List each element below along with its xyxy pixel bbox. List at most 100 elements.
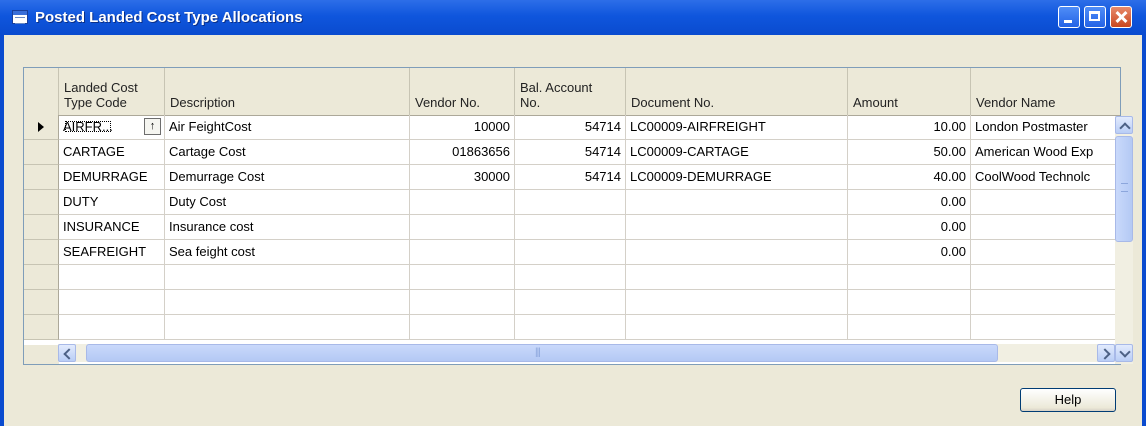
column-header-landed-cost-type-code[interactable]: Landed Cost Type Code bbox=[59, 68, 165, 115]
help-button[interactable]: Help bbox=[1020, 388, 1116, 412]
table-row[interactable] bbox=[24, 315, 1120, 340]
cell-bal-account-no[interactable] bbox=[515, 315, 626, 340]
cell-description[interactable] bbox=[165, 265, 410, 290]
table-row[interactable]: CARTAGE Cartage Cost 01863656 54714 LC00009-… bbox=[24, 140, 1120, 165]
table-row[interactable] bbox=[24, 265, 1120, 290]
cell-amount[interactable] bbox=[848, 290, 971, 315]
cell-description[interactable] bbox=[165, 290, 410, 315]
cell-vendor-name[interactable]: London Postmaster bbox=[971, 115, 1120, 140]
cell-vendor-no[interactable] bbox=[410, 315, 515, 340]
cell-amount[interactable]: 0.00 bbox=[848, 215, 971, 240]
cell-description[interactable]: Cartage Cost bbox=[165, 140, 410, 165]
row-selector[interactable] bbox=[24, 190, 59, 215]
cell-landed-cost-type-code[interactable]: SEAFREIGHT bbox=[59, 240, 165, 265]
scroll-right-button[interactable] bbox=[1097, 344, 1115, 362]
row-selector[interactable] bbox=[24, 165, 59, 190]
column-header-document-no[interactable]: Document No. bbox=[626, 68, 848, 115]
cell-bal-account-no[interactable] bbox=[515, 265, 626, 290]
cell-bal-account-no[interactable] bbox=[515, 240, 626, 265]
cell-bal-account-no[interactable] bbox=[515, 190, 626, 215]
cell-amount[interactable]: 10.00 bbox=[848, 115, 971, 140]
cell-vendor-name[interactable] bbox=[971, 265, 1120, 290]
cell-vendor-name[interactable] bbox=[971, 315, 1120, 340]
cell-amount[interactable] bbox=[848, 315, 971, 340]
cell-landed-cost-type-code[interactable] bbox=[59, 290, 165, 315]
cell-document-no[interactable]: LC00009-AIRFREIGHT bbox=[626, 115, 848, 140]
column-header-vendor-no[interactable]: Vendor No. bbox=[410, 68, 515, 115]
cell-bal-account-no[interactable]: 54714 bbox=[515, 140, 626, 165]
table-row[interactable]: DUTY Duty Cost 0.00 bbox=[24, 190, 1120, 215]
cell-document-no[interactable] bbox=[626, 240, 848, 265]
cell-bal-account-no[interactable] bbox=[515, 215, 626, 240]
row-selector[interactable] bbox=[24, 115, 59, 140]
lookup-arrow-icon[interactable]: ↑ bbox=[144, 118, 161, 135]
column-header-vendor-name[interactable]: Vendor Name bbox=[971, 68, 1120, 115]
cell-vendor-name[interactable] bbox=[971, 240, 1120, 265]
row-selector[interactable] bbox=[24, 215, 59, 240]
allocations-grid[interactable]: Landed Cost Type Code Description Vendor… bbox=[23, 67, 1121, 365]
cell-vendor-name[interactable]: American Wood Exp bbox=[971, 140, 1120, 165]
cell-document-no[interactable] bbox=[626, 290, 848, 315]
cell-vendor-name[interactable] bbox=[971, 215, 1120, 240]
cell-amount[interactable]: 40.00 bbox=[848, 165, 971, 190]
horizontal-scroll-thumb[interactable] bbox=[86, 344, 998, 362]
cell-landed-cost-type-code[interactable]: INSURANCE bbox=[59, 215, 165, 240]
cell-description[interactable]: Demurrage Cost bbox=[165, 165, 410, 190]
cell-document-no[interactable]: LC00009-CARTAGE bbox=[626, 140, 848, 165]
cell-landed-cost-type-code[interactable] bbox=[59, 315, 165, 340]
cell-landed-cost-type-code[interactable]: DUTY bbox=[59, 190, 165, 215]
cell-landed-cost-type-code[interactable] bbox=[59, 265, 165, 290]
cell-vendor-no[interactable] bbox=[410, 240, 515, 265]
cell-description[interactable]: Sea feight cost bbox=[165, 240, 410, 265]
vertical-scroll-thumb[interactable] bbox=[1115, 136, 1133, 242]
cell-amount[interactable]: 0.00 bbox=[848, 240, 971, 265]
row-selector[interactable] bbox=[24, 265, 59, 290]
cell-description[interactable] bbox=[165, 315, 410, 340]
cell-vendor-name[interactable] bbox=[971, 290, 1120, 315]
table-row[interactable]: INSURANCE Insurance cost 0.00 bbox=[24, 215, 1120, 240]
column-header-description[interactable]: Description bbox=[165, 68, 410, 115]
row-selector[interactable] bbox=[24, 315, 59, 340]
scroll-up-button[interactable] bbox=[1115, 116, 1133, 134]
cell-description[interactable]: Insurance cost bbox=[165, 215, 410, 240]
cell-bal-account-no[interactable]: 54714 bbox=[515, 165, 626, 190]
table-row[interactable]: DEMURRAGE Demurrage Cost 30000 54714 LC00009… bbox=[24, 165, 1120, 190]
cell-vendor-no[interactable]: 10000 bbox=[410, 115, 515, 140]
cell-vendor-no[interactable] bbox=[410, 290, 515, 315]
cell-description[interactable]: Air FeightCost bbox=[165, 115, 410, 140]
cell-landed-cost-type-code[interactable]: CARTAGE bbox=[59, 140, 165, 165]
table-row[interactable]: AIRFR... ↑ Air FeightCost 10000 54714 LC00009… bbox=[24, 115, 1120, 140]
row-selector[interactable] bbox=[24, 240, 59, 265]
scroll-down-button[interactable] bbox=[1115, 344, 1133, 362]
cell-document-no[interactable] bbox=[626, 315, 848, 340]
horizontal-scrollbar[interactable] bbox=[58, 344, 1115, 362]
cell-amount[interactable] bbox=[848, 265, 971, 290]
cell-vendor-no[interactable]: 30000 bbox=[410, 165, 515, 190]
cell-document-no[interactable] bbox=[626, 190, 848, 215]
vertical-scrollbar[interactable] bbox=[1115, 116, 1133, 364]
scroll-left-button[interactable] bbox=[58, 344, 76, 362]
cell-vendor-name[interactable] bbox=[971, 190, 1120, 215]
row-selector[interactable] bbox=[24, 140, 59, 165]
cell-description[interactable]: Duty Cost bbox=[165, 190, 410, 215]
cell-vendor-no[interactable]: 01863656 bbox=[410, 140, 515, 165]
title-bar[interactable]: Posted Landed Cost Type Allocations bbox=[0, 0, 1146, 35]
table-row[interactable] bbox=[24, 290, 1120, 315]
cell-amount[interactable]: 0.00 bbox=[848, 190, 971, 215]
cell-vendor-no[interactable] bbox=[410, 215, 515, 240]
cell-bal-account-no[interactable] bbox=[515, 290, 626, 315]
close-button[interactable] bbox=[1110, 6, 1132, 28]
cell-amount[interactable]: 50.00 bbox=[848, 140, 971, 165]
column-header-amount[interactable]: Amount bbox=[848, 68, 971, 115]
cell-document-no[interactable] bbox=[626, 215, 848, 240]
cell-vendor-no[interactable] bbox=[410, 190, 515, 215]
table-row[interactable]: SEAFREIGHT Sea feight cost 0.00 bbox=[24, 240, 1120, 265]
column-header-bal-account-no[interactable]: Bal. Account No. bbox=[515, 68, 626, 115]
row-selector[interactable] bbox=[24, 290, 59, 315]
cell-document-no[interactable] bbox=[626, 265, 848, 290]
minimize-button[interactable] bbox=[1058, 6, 1080, 28]
cell-document-no[interactable]: LC00009-DEMURRAGE bbox=[626, 165, 848, 190]
cell-landed-cost-type-code[interactable]: DEMURRAGE bbox=[59, 165, 165, 190]
cell-vendor-name[interactable]: CoolWood Technolc bbox=[971, 165, 1120, 190]
cell-landed-cost-type-code[interactable]: AIRFR... ↑ bbox=[59, 115, 165, 140]
